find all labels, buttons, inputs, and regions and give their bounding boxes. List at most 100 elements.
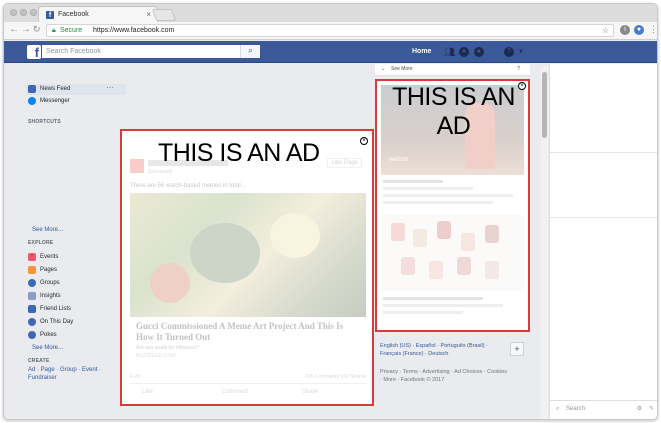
sidebar-item-news-feed[interactable]: News Feed ···	[26, 83, 126, 95]
on-this-day-icon	[28, 318, 36, 326]
sidebar-item-pokes[interactable]: Pokes	[26, 330, 126, 341]
account-menu-chevron-icon[interactable]: ▼	[516, 47, 526, 57]
sidebar-item-events[interactable]: Events	[26, 252, 126, 263]
product-shape	[429, 261, 443, 279]
advertiser-avatar[interactable]	[130, 159, 144, 173]
secure-label: Secure	[60, 27, 83, 34]
sidebar-item-on-this-day[interactable]: On This Day	[26, 317, 126, 328]
menu-kebab-icon[interactable]: ⋮	[649, 24, 657, 35]
tab-facebook[interactable]: f Facebook ×	[38, 6, 158, 22]
reaction-count[interactable]: 4.2K	[130, 374, 140, 380]
tab-bar: f Facebook ×	[4, 4, 657, 22]
product-shape	[391, 223, 405, 241]
friend-requests-icon[interactable]: 👥︎	[444, 47, 455, 57]
chevron-down-icon: ⌄	[381, 66, 386, 72]
ad-text-line	[383, 201, 493, 204]
reload-icon[interactable]: ↻	[33, 24, 41, 35]
scrollbar-thumb[interactable]	[542, 72, 547, 138]
feed-ad-post[interactable]: Sponsored Like Page There are 56 watch-b…	[120, 129, 374, 406]
chat-sidebar: ⌕ Search ⚙ ✎	[549, 64, 657, 419]
see-more-row[interactable]: ⌄ See More ?	[375, 64, 530, 76]
ad-logo-text: verizon	[389, 157, 409, 163]
chat-divider	[550, 217, 657, 218]
maximize-window-icon[interactable]	[30, 9, 37, 16]
post-image[interactable]	[130, 193, 366, 317]
sidebar-see-more-1[interactable]: See More...	[26, 225, 126, 236]
product-shape	[457, 257, 471, 275]
see-more-link[interactable]: See More	[391, 64, 413, 74]
see-more-link[interactable]: See More...	[32, 343, 63, 353]
image-shape	[270, 213, 320, 258]
post-text: There are 56 watch-based memes in total.…	[130, 183, 246, 189]
image-shape	[190, 223, 260, 283]
facebook-logo-icon[interactable]: f	[27, 45, 41, 59]
notifications-globe-icon[interactable]: ●	[474, 47, 484, 57]
create-heading: CREATE	[28, 358, 50, 364]
see-more-link[interactable]: See More...	[32, 225, 63, 235]
product-shape	[461, 233, 475, 251]
sidebar-item-label: Events	[40, 254, 59, 260]
search-icon[interactable]: ⌕	[240, 45, 260, 58]
like-page-button[interactable]: Like Page	[327, 158, 362, 168]
messages-icon[interactable]: ●	[459, 47, 469, 57]
help-icon[interactable]: ?	[504, 47, 514, 57]
product-shape	[485, 225, 499, 243]
close-icon[interactable]: ×	[518, 82, 526, 90]
sidebar-item-pages[interactable]: Pages	[26, 265, 126, 276]
product-shape	[413, 229, 427, 247]
back-icon[interactable]: ←	[9, 24, 19, 35]
share-button[interactable]: Share	[302, 389, 318, 395]
comments-shares-count[interactable]: 205 Comments 162 Shares	[305, 374, 366, 380]
url-text: https://www.facebook.com	[93, 27, 175, 34]
ad-text-line	[383, 194, 513, 197]
ad-text-line	[383, 187, 473, 190]
reactions-row: 4.2K 205 Comments 162 Shares	[130, 374, 366, 384]
create-links[interactable]: Ad · Page · Group · Event · Fundraiser	[28, 366, 108, 382]
extension-icon[interactable]: i	[620, 25, 630, 35]
facebook-search-input[interactable]: Search Facebook	[42, 45, 260, 58]
sidebar-item-label: Insights	[40, 293, 61, 299]
new-tab-button[interactable]	[151, 9, 177, 21]
image-shape	[150, 263, 190, 303]
facebook-favicon-icon: f	[46, 11, 54, 19]
bookmark-star-icon[interactable]: ☆	[602, 25, 609, 37]
extension-shield-icon[interactable]: ●	[634, 25, 644, 35]
page-scrollbar[interactable]	[541, 66, 548, 419]
new-message-icon[interactable]: ✎	[649, 401, 654, 417]
chat-search-input[interactable]: ⌕ Search ⚙ ✎	[550, 400, 657, 417]
address-bar: ← → ↻ 🔒︎ Secure https://www.facebook.com…	[4, 22, 657, 40]
insights-icon	[28, 292, 36, 300]
tab-title: Facebook	[58, 11, 89, 18]
minimize-window-icon[interactable]	[20, 9, 27, 16]
sidebar-item-messenger[interactable]: Messenger	[26, 96, 126, 107]
ad-title-line	[383, 297, 483, 300]
sponsored-label: Sponsored	[148, 169, 173, 175]
messenger-icon	[28, 97, 36, 105]
close-icon[interactable]: ×	[360, 137, 368, 145]
close-window-icon[interactable]	[10, 9, 17, 16]
url-input[interactable]: 🔒︎ Secure https://www.facebook.com ☆	[46, 24, 614, 37]
like-button[interactable]: Like	[142, 389, 153, 395]
tab-close-icon[interactable]: ×	[146, 10, 151, 19]
language-selector: English (US) · Español · Português (Bras…	[375, 338, 530, 366]
more-options-icon[interactable]: ···	[106, 83, 114, 93]
sidebar-item-groups[interactable]: Groups	[26, 278, 126, 289]
sidebar-see-more-2[interactable]: See More...	[26, 343, 126, 354]
ad-image-2[interactable]	[381, 215, 524, 291]
sidebar-ad[interactable]: verizon THIS IS AN AD ×	[375, 79, 530, 332]
home-link[interactable]: Home	[412, 48, 431, 55]
help-icon[interactable]: ?	[517, 64, 520, 74]
forward-icon[interactable]: →	[21, 24, 31, 35]
browser-window: f Facebook × ← → ↻ 🔒︎ Secure https://www…	[3, 3, 658, 420]
gear-icon[interactable]: ⚙	[637, 401, 642, 417]
post-headline[interactable]: Gucci Commissioned A Meme Art Project An…	[136, 321, 356, 343]
comment-button[interactable]: Comment	[222, 389, 248, 395]
sidebar-item-insights[interactable]: Insights	[26, 291, 126, 302]
language-links[interactable]: English (US) · Español · Português (Bras…	[380, 342, 500, 358]
sidebar-item-friend-lists[interactable]: Friend Lists	[26, 304, 126, 315]
sidebar-item-label: Groups	[40, 280, 60, 286]
footer-links[interactable]: Privacy · Terms · Advertising · Ad Choic…	[380, 368, 510, 384]
right-column: ⌄ See More ? verizon THIS IS AN AD × Eng…	[375, 64, 530, 419]
add-language-button[interactable]: +	[510, 342, 524, 356]
sidebar-item-label: Friend Lists	[40, 306, 72, 312]
